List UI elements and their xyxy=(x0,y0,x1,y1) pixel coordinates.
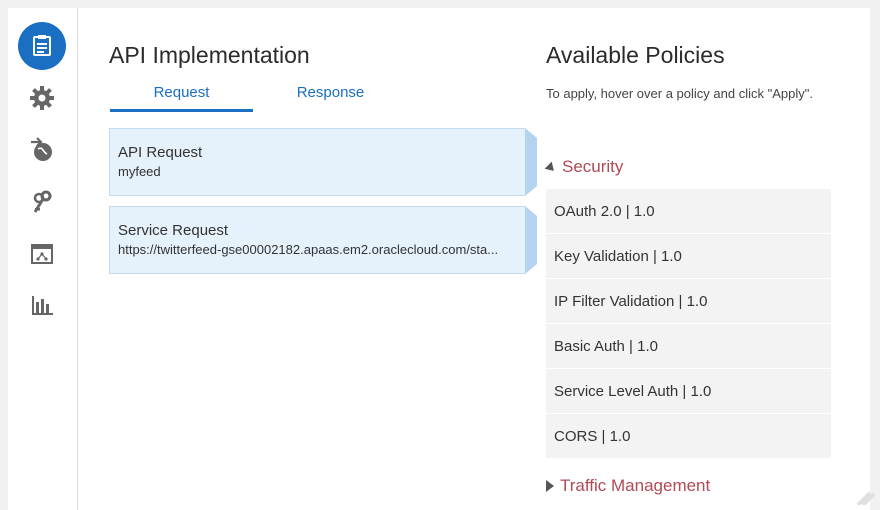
policy-service-level-auth[interactable]: Service Level Auth | 1.0 xyxy=(546,369,831,413)
api-portal-icon[interactable] xyxy=(18,230,66,278)
api-request-title: API Request xyxy=(118,144,203,161)
section-security[interactable]: Security xyxy=(544,157,624,177)
section-security-label: Security xyxy=(562,157,624,176)
service-request-card[interactable]: Service Request https://twitterfeed-gse0… xyxy=(109,206,525,274)
section-traffic-management-label: Traffic Management xyxy=(560,476,711,495)
resize-handle-icon[interactable] xyxy=(854,489,876,510)
available-policies-title: Available Policies xyxy=(546,42,725,68)
api-implementation-title: API Implementation xyxy=(109,42,310,68)
settings-icon[interactable] xyxy=(18,74,66,122)
deployment-icon[interactable] xyxy=(18,126,66,174)
policy-oauth[interactable]: OAuth 2.0 | 1.0 xyxy=(546,189,831,233)
analytics-icon[interactable] xyxy=(18,282,66,330)
tab-request[interactable]: Request xyxy=(110,84,253,112)
api-request-card[interactable]: API Request myfeed xyxy=(109,128,525,196)
policy-basic-auth[interactable]: Basic Auth | 1.0 xyxy=(546,324,831,368)
policy-key-validation[interactable]: Key Validation | 1.0 xyxy=(546,234,831,278)
expand-triangle-icon xyxy=(546,480,554,492)
apply-hint: To apply, hover over a policy and click … xyxy=(546,86,813,101)
policy-cors[interactable]: CORS | 1.0 xyxy=(546,414,831,458)
collapse-triangle-icon xyxy=(544,161,558,175)
card-flag xyxy=(525,128,537,196)
api-request-endpoint: myfeed xyxy=(118,164,161,179)
grants-icon[interactable] xyxy=(18,178,66,226)
policy-ip-filter-validation[interactable]: IP Filter Validation | 1.0 xyxy=(546,279,831,323)
section-traffic-management[interactable]: Traffic Management xyxy=(546,476,710,496)
sidebar xyxy=(8,8,78,510)
service-request-url: https://twitterfeed-gse00002182.apaas.em… xyxy=(118,242,499,257)
api-implementation-icon[interactable] xyxy=(18,22,66,70)
tab-response[interactable]: Response xyxy=(260,84,401,112)
service-request-title: Service Request xyxy=(118,222,229,239)
card-flag xyxy=(525,206,537,274)
